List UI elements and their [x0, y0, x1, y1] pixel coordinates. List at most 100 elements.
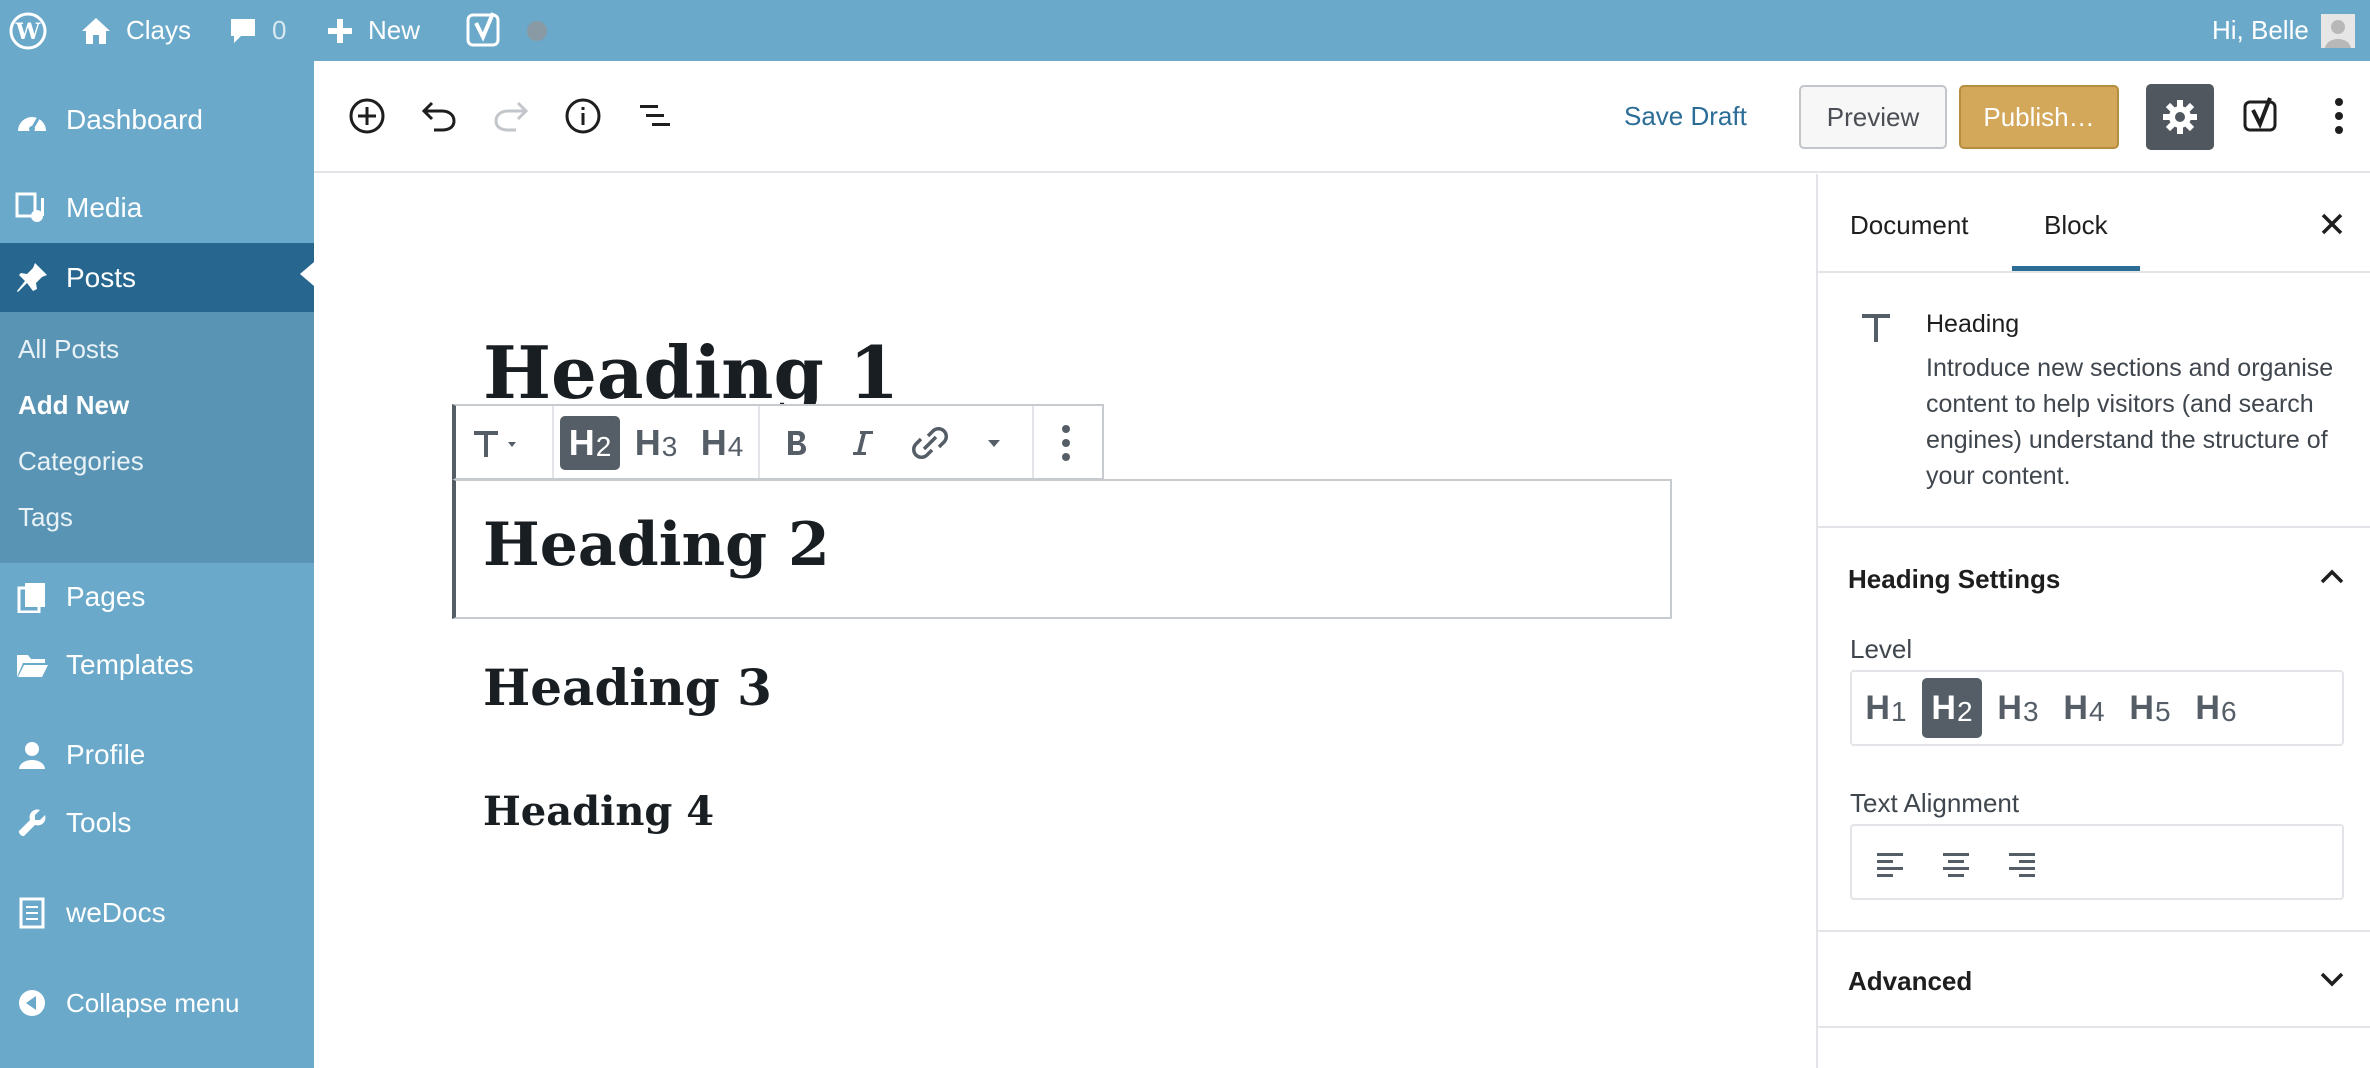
- dashboard-icon: [14, 102, 50, 138]
- panel-divider: [1818, 1026, 2370, 1028]
- wordpress-logo-icon[interactable]: W: [8, 0, 48, 61]
- sidebar-item-label: Templates: [66, 649, 194, 680]
- sidebar-item-dashboard[interactable]: Dashboard: [0, 89, 314, 151]
- level-h1-button[interactable]: H1: [1856, 678, 1916, 738]
- block-card-title: Heading: [1926, 310, 2020, 338]
- plus-icon: [326, 17, 354, 45]
- admin-sidebar: Dashboard Media Posts All Posts Add New …: [0, 61, 314, 1068]
- sidebar-item-label: Pages: [66, 581, 146, 612]
- caret-down-icon: [986, 438, 1002, 448]
- redo-button[interactable]: [486, 91, 536, 141]
- block-navigation-button[interactable]: [630, 91, 680, 141]
- level-number: 2: [1956, 696, 1973, 727]
- heading-4-block[interactable]: Heading 4: [483, 788, 714, 835]
- level-h3-button[interactable]: H3: [1988, 678, 2048, 738]
- align-center-icon: [1941, 849, 1971, 879]
- sidebar-item-pages[interactable]: Pages: [0, 566, 314, 628]
- chevron-down-icon[interactable]: [2318, 970, 2346, 990]
- save-draft-button[interactable]: Save Draft: [1624, 101, 1747, 132]
- level-h5-button[interactable]: H5: [2120, 678, 2180, 738]
- yoast-seo-button[interactable]: [2236, 91, 2286, 141]
- yoast-icon[interactable]: [466, 0, 502, 61]
- comments-link[interactable]: 0: [228, 0, 286, 61]
- wrench-icon: [14, 805, 50, 841]
- align-right-button[interactable]: [2002, 844, 2042, 884]
- user-menu[interactable]: Hi, Belle: [2212, 0, 2355, 61]
- bold-icon: [785, 428, 809, 458]
- block-type-switcher[interactable]: [470, 416, 520, 470]
- sidebar-item-label: Tools: [66, 807, 132, 838]
- sidebar-item-templates[interactable]: Templates: [0, 634, 314, 696]
- tab-document[interactable]: Document: [1850, 210, 1969, 241]
- level-h2-button[interactable]: H2: [1922, 678, 1982, 738]
- sidebar-item-posts[interactable]: Posts: [0, 243, 314, 313]
- level-h4-button[interactable]: H4: [2054, 678, 2114, 738]
- block-more-options-button[interactable]: [1046, 416, 1086, 470]
- sidebar-item-label: Posts: [66, 262, 137, 293]
- posts-submenu: All Posts Add New Categories Tags: [0, 312, 314, 563]
- align-right-icon: [2007, 849, 2037, 879]
- level-h6-button[interactable]: H6: [2186, 678, 2246, 738]
- level-letter: H: [1931, 688, 1956, 727]
- heading-1-block[interactable]: Heading 1: [483, 330, 899, 415]
- link-button[interactable]: [902, 416, 958, 470]
- preview-button[interactable]: Preview: [1799, 85, 1947, 149]
- heading-3-block[interactable]: Heading 3: [483, 658, 772, 717]
- site-name: Clays: [126, 15, 192, 45]
- text-alignment-label: Text Alignment: [1850, 788, 2020, 818]
- new-content-link[interactable]: New: [326, 0, 420, 61]
- level-number: 4: [2088, 696, 2105, 727]
- toolbar-heading-level-3[interactable]: H3: [626, 416, 686, 470]
- sidebar-item-label: weDocs: [66, 897, 166, 928]
- settings-button[interactable]: [2146, 84, 2214, 150]
- comment-count: 0: [272, 15, 287, 45]
- comment-icon: [228, 16, 258, 46]
- advanced-toggle[interactable]: Advanced: [1848, 966, 1972, 997]
- add-block-button[interactable]: [342, 91, 392, 141]
- align-center-button[interactable]: [1936, 844, 1976, 884]
- undo-button[interactable]: [414, 91, 464, 141]
- more-options-button[interactable]: [2314, 91, 2364, 141]
- text-alignment-group: [1850, 824, 2344, 900]
- toolbar-separator: [1032, 406, 1034, 478]
- heading-2-block[interactable]: Heading 2: [483, 510, 830, 580]
- info-icon: [564, 97, 602, 135]
- submenu-item-add-new[interactable]: Add New: [18, 390, 129, 421]
- align-left-button[interactable]: [1870, 844, 1910, 884]
- content-info-button[interactable]: [558, 91, 608, 141]
- level-number: 2: [595, 431, 612, 462]
- close-icon: [2318, 210, 2346, 238]
- toolbar-heading-level-2[interactable]: H2: [560, 416, 620, 470]
- toolbar-separator: [758, 406, 760, 478]
- editor-canvas: Heading 1 Heading 2 Heading 3 Heading 4 …: [314, 174, 1816, 1068]
- sidebar-item-label: Media: [66, 192, 143, 223]
- submenu-item-tags[interactable]: Tags: [18, 502, 73, 533]
- submenu-item-all-posts[interactable]: All Posts: [18, 334, 119, 365]
- level-letter: H: [2129, 688, 2154, 727]
- chevron-up-icon[interactable]: [2318, 566, 2346, 586]
- pin-icon: [14, 260, 50, 296]
- site-link[interactable]: Clays: [80, 0, 191, 61]
- toolbar-heading-level-4[interactable]: H4: [692, 416, 752, 470]
- sidebar-item-media[interactable]: Media: [0, 177, 314, 239]
- level-number: 3: [661, 431, 678, 462]
- tab-block[interactable]: Block: [2044, 210, 2108, 241]
- level-letter: H: [568, 422, 595, 463]
- more-rich-text-controls-button[interactable]: [974, 416, 1014, 470]
- publish-button[interactable]: Publish…: [1959, 85, 2119, 149]
- collapse-menu-button[interactable]: Collapse menu: [0, 972, 314, 1034]
- sidebar-item-profile[interactable]: Profile: [0, 724, 314, 786]
- sidebar-item-tools[interactable]: Tools: [0, 792, 314, 854]
- sidebar-item-wedocs[interactable]: weDocs: [0, 882, 314, 944]
- submenu-item-categories[interactable]: Categories: [18, 446, 144, 477]
- admin-bar: W Clays 0 New Hi, Belle: [0, 0, 2370, 61]
- heading-settings-toggle[interactable]: Heading Settings: [1848, 564, 2060, 595]
- link-icon: [911, 424, 949, 462]
- close-sidebar-button[interactable]: [2318, 210, 2346, 238]
- heading-level-group: H1 H2 H3 H4 H5 H6: [1850, 670, 2344, 746]
- panel-divider: [1818, 526, 2370, 528]
- italic-button[interactable]: [838, 416, 888, 470]
- bold-button[interactable]: [772, 416, 822, 470]
- level-number: 5: [2154, 696, 2171, 727]
- level-number: 3: [2022, 696, 2039, 727]
